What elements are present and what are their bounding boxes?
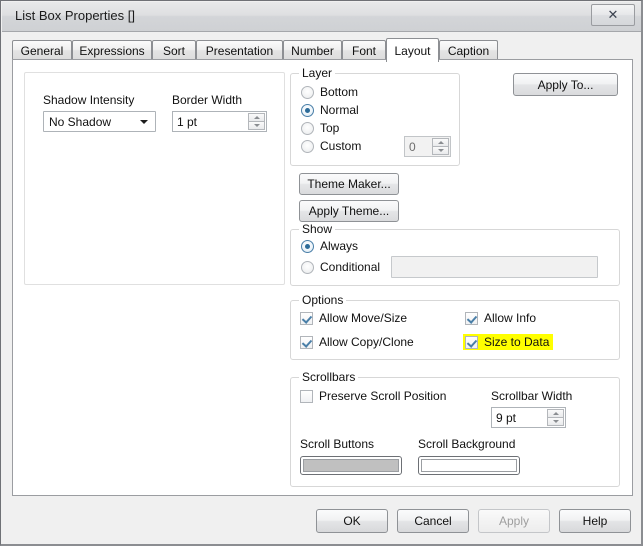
- scroll-background-label: Scroll Background: [418, 437, 516, 451]
- checkbox-indicator-checked: [300, 335, 313, 349]
- tab-expressions[interactable]: Expressions: [72, 40, 152, 60]
- cancel-button[interactable]: Cancel: [397, 509, 469, 533]
- scrollbars-group: Scrollbars Preserve Scroll Position Scro…: [290, 370, 620, 487]
- layer-custom-stepper[interactable]: [432, 138, 449, 155]
- scrollbars-group-title: Scrollbars: [299, 370, 359, 384]
- scroll-background-color-fill: [421, 459, 517, 472]
- options-group-title: Options: [299, 293, 347, 307]
- layer-custom-increment[interactable]: [432, 138, 449, 147]
- checkbox-allow-move-size[interactable]: Allow Move/Size: [300, 311, 407, 325]
- caret-up-icon: [437, 141, 444, 144]
- checkbox-indicator-checked: [465, 311, 478, 325]
- radio-layer-bottom[interactable]: Bottom: [301, 85, 358, 99]
- scrollbar-width-decrement[interactable]: [547, 418, 564, 426]
- radio-show-always-label: Always: [320, 239, 359, 253]
- layer-custom-value: 0: [409, 140, 416, 154]
- checkbox-allow-move-size-label: Allow Move/Size: [319, 311, 408, 325]
- tab-number[interactable]: Number: [283, 40, 342, 60]
- layer-group: Layer Bottom Normal Top Custom 0: [290, 66, 460, 166]
- border-width-label: Border Width: [172, 93, 243, 107]
- scroll-buttons-color-fill: [303, 459, 399, 472]
- tab-layout[interactable]: Layout: [386, 38, 439, 62]
- radio-layer-normal[interactable]: Normal: [301, 103, 359, 117]
- caret-up-icon: [552, 412, 559, 415]
- scrollbar-width-label: Scrollbar Width: [491, 389, 573, 403]
- theme-maker-button[interactable]: Theme Maker...: [299, 173, 399, 195]
- checkbox-preserve-scroll-position-label: Preserve Scroll Position: [319, 389, 447, 403]
- scrollbar-width-spinner[interactable]: 9 pt: [491, 407, 566, 428]
- border-width-stepper[interactable]: [248, 113, 265, 130]
- scrollbar-width-value: 9 pt: [496, 411, 517, 425]
- checkbox-allow-copy-clone-label: Allow Copy/Clone: [319, 335, 414, 349]
- apply-to-button[interactable]: Apply To...: [513, 73, 618, 96]
- show-group-title: Show: [299, 222, 336, 236]
- radio-layer-top-label: Top: [320, 121, 340, 135]
- caret-down-icon: [253, 124, 260, 127]
- scroll-buttons-label: Scroll Buttons: [300, 437, 375, 451]
- radio-layer-top[interactable]: Top: [301, 121, 339, 135]
- radio-indicator: [301, 121, 314, 135]
- layer-group-title: Layer: [299, 66, 336, 80]
- tab-strip: General Expressions Sort Presentation Nu…: [12, 38, 633, 62]
- border-width-spinner[interactable]: 1 pt: [172, 111, 267, 132]
- checkbox-allow-info[interactable]: Allow Info: [465, 311, 536, 325]
- radio-layer-custom[interactable]: Custom: [301, 139, 361, 153]
- border-width-increment[interactable]: [248, 113, 265, 122]
- radio-indicator: [301, 139, 314, 153]
- tab-general[interactable]: General: [12, 40, 72, 60]
- radio-show-always[interactable]: Always: [301, 239, 358, 253]
- radio-indicator: [301, 260, 314, 274]
- checkbox-allow-info-label: Allow Info: [484, 311, 537, 325]
- help-button[interactable]: Help: [559, 509, 631, 533]
- caret-down-icon: [552, 420, 559, 423]
- title-bar: List Box Properties [] ✕: [2, 2, 641, 32]
- checkbox-preserve-scroll-position[interactable]: Preserve Scroll Position: [300, 389, 446, 403]
- radio-indicator-selected: [301, 239, 314, 253]
- tab-font[interactable]: Font: [342, 40, 386, 60]
- layer-custom-decrement[interactable]: [432, 147, 449, 155]
- radio-layer-bottom-label: Bottom: [320, 85, 359, 99]
- show-group: Show Always Conditional: [290, 222, 620, 286]
- window-title: List Box Properties []: [15, 8, 135, 23]
- shadow-intensity-label: Shadow Intensity: [43, 93, 135, 107]
- scroll-buttons-color-swatch[interactable]: [300, 456, 402, 475]
- checkbox-size-to-data[interactable]: Size to Data: [463, 334, 554, 350]
- scroll-background-color-swatch[interactable]: [418, 456, 520, 475]
- layer-custom-spinner[interactable]: 0: [404, 136, 451, 157]
- apply-button: Apply: [478, 509, 550, 533]
- tab-presentation[interactable]: Presentation: [196, 40, 283, 60]
- tab-sort[interactable]: Sort: [152, 40, 196, 60]
- checkbox-indicator-checked: [465, 335, 478, 349]
- radio-indicator-selected: [301, 103, 314, 117]
- close-button[interactable]: ✕: [591, 4, 635, 26]
- scrollbar-width-stepper[interactable]: [547, 409, 564, 426]
- border-width-value: 1 pt: [177, 115, 198, 129]
- checkbox-allow-copy-clone[interactable]: Allow Copy/Clone: [300, 335, 414, 349]
- options-group: Options Allow Move/Size Allow Info Allow…: [290, 293, 620, 360]
- apply-theme-button[interactable]: Apply Theme...: [299, 200, 399, 222]
- scrollbar-width-increment[interactable]: [547, 409, 564, 418]
- caret-up-icon: [253, 116, 260, 119]
- chevron-down-icon: [140, 120, 148, 124]
- left-settings-panel: Shadow Intensity No Shadow Border Width …: [24, 72, 285, 285]
- border-width-decrement[interactable]: [248, 122, 265, 130]
- tab-caption[interactable]: Caption: [439, 40, 498, 60]
- caret-down-icon: [437, 149, 444, 152]
- checkbox-size-to-data-label: Size to Data: [484, 335, 550, 349]
- list-box-properties-dialog: List Box Properties [] ✕ General Express…: [0, 0, 643, 546]
- radio-indicator: [301, 85, 314, 99]
- layout-tab-page: Shadow Intensity No Shadow Border Width …: [12, 59, 633, 496]
- conditional-expression-input[interactable]: [391, 256, 598, 278]
- close-icon: ✕: [607, 7, 619, 23]
- radio-layer-normal-label: Normal: [320, 103, 359, 117]
- checkbox-indicator: [300, 389, 313, 403]
- ok-button[interactable]: OK: [316, 509, 388, 533]
- checkbox-indicator-checked: [300, 311, 313, 325]
- radio-show-conditional-label: Conditional: [320, 260, 381, 274]
- shadow-intensity-value: No Shadow: [49, 115, 112, 129]
- radio-layer-custom-label: Custom: [320, 139, 362, 153]
- shadow-intensity-combobox[interactable]: No Shadow: [43, 111, 156, 132]
- radio-show-conditional[interactable]: Conditional: [301, 260, 380, 274]
